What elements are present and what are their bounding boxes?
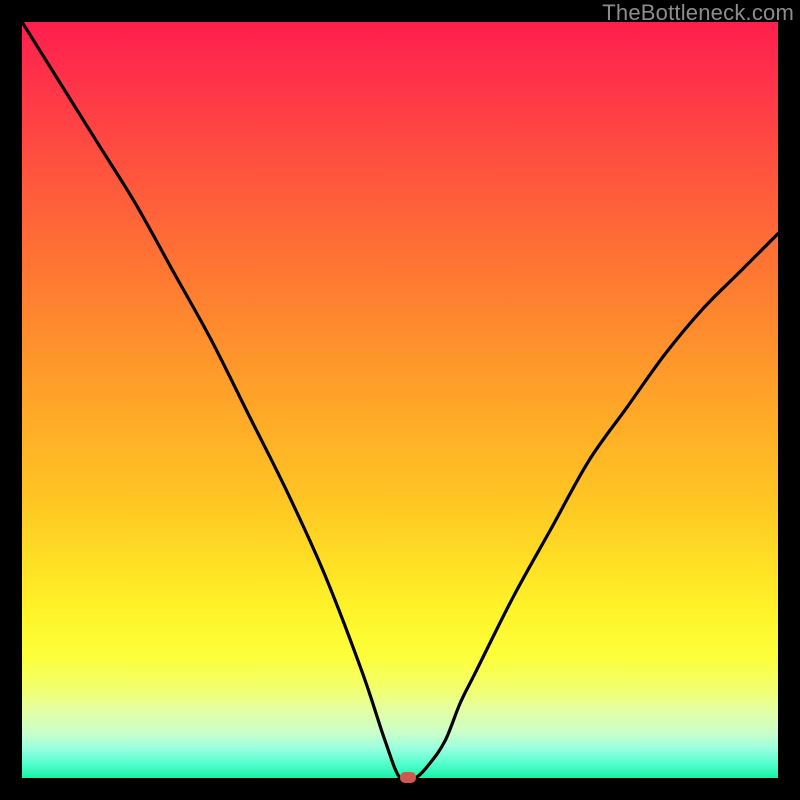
minimum-marker: [400, 772, 416, 783]
bottleneck-curve: [22, 22, 778, 778]
chart-frame: TheBottleneck.com: [0, 0, 800, 800]
watermark-text: TheBottleneck.com: [602, 0, 794, 26]
